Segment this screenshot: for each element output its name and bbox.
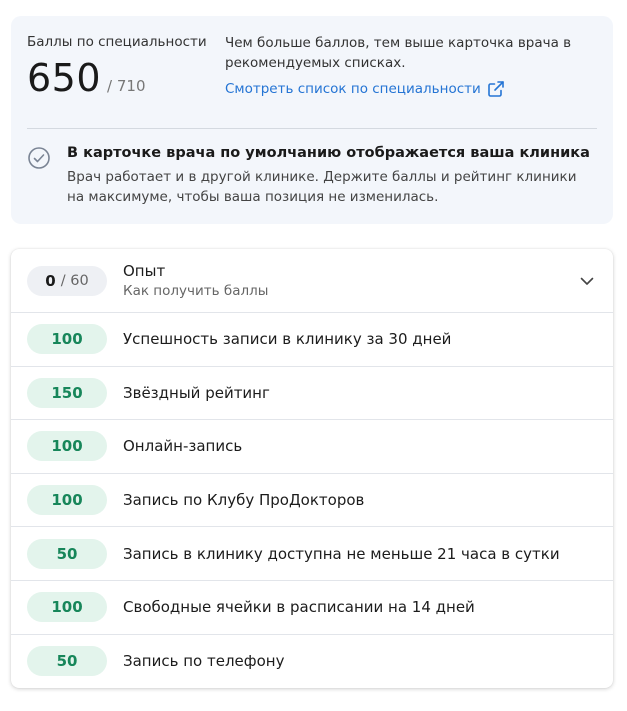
experience-row[interactable]: 0 / 60 Опыт Как получить баллы	[11, 249, 613, 313]
points-badge: 100	[27, 324, 107, 355]
experience-title: Опыт	[123, 262, 166, 280]
points-row: 100 Свободные ячейки в расписании на 14 …	[11, 581, 613, 635]
clinic-notice: В карточке врача по умолчанию отображает…	[27, 145, 597, 207]
points-badge: 50	[27, 538, 107, 569]
score-row: 650 / 710	[27, 56, 207, 100]
score-summary-panel: Баллы по специальности 650 / 710 Чем бол…	[11, 16, 613, 224]
notice-title: В карточке врача по умолчанию отображает…	[67, 145, 590, 161]
points-label: Запись по телефону	[123, 652, 285, 671]
external-link-icon	[487, 81, 504, 97]
score-max: / 710	[107, 77, 146, 95]
points-label: Запись по Клубу ПроДокторов	[123, 491, 365, 510]
experience-subtitle: Как получить баллы	[123, 283, 269, 299]
experience-max: / 60	[60, 272, 89, 289]
experience-score-badge: 0 / 60	[27, 265, 107, 296]
check-circle-icon	[28, 147, 50, 169]
points-row: 50 Запись в клинику доступна не меньше 2…	[11, 527, 613, 581]
score-description: Чем больше баллов, тем выше карточка вра…	[225, 35, 572, 71]
specialty-list-link[interactable]: Смотреть список по специальности	[225, 80, 575, 98]
points-label: Успешность записи в клинику за 30 дней	[123, 330, 452, 349]
score-block: Баллы по специальности 650 / 710	[27, 34, 207, 100]
specialty-list-link-label: Смотреть список по специальности	[225, 81, 481, 97]
points-badge: 150	[27, 377, 107, 408]
score-info: Чем больше баллов, тем выше карточка вра…	[225, 33, 575, 98]
points-label: Свободные ячейки в расписании на 14 дней	[123, 598, 475, 617]
points-badge: 100	[27, 485, 107, 516]
score-label: Баллы по специальности	[27, 34, 207, 50]
divider	[27, 128, 597, 129]
points-badge: 100	[27, 431, 107, 462]
points-label: Звёздный рейтинг	[123, 383, 270, 402]
chevron-down-icon[interactable]	[579, 273, 595, 289]
points-row: 150 Звёздный рейтинг	[11, 367, 613, 421]
experience-texts: Опыт Как получить баллы	[123, 262, 268, 299]
points-badge: 50	[27, 646, 107, 677]
experience-score: 0	[45, 271, 56, 290]
points-badge: 100	[27, 592, 107, 623]
points-list: 0 / 60 Опыт Как получить баллы 100 Успеш…	[11, 249, 613, 688]
points-label: Запись в клинику доступна не меньше 21 ч…	[123, 544, 560, 563]
points-row: 100 Запись по Клубу ПроДокторов	[11, 474, 613, 528]
points-row: 50 Запись по телефону	[11, 635, 613, 688]
points-row: 100 Онлайн-запись	[11, 420, 613, 474]
notice-text: Врач работает и в другой клинике. Держит…	[67, 169, 577, 205]
points-row: 100 Успешность записи в клинику за 30 дн…	[11, 313, 613, 367]
points-label: Онлайн-запись	[123, 437, 243, 456]
score-value: 650	[27, 56, 102, 100]
